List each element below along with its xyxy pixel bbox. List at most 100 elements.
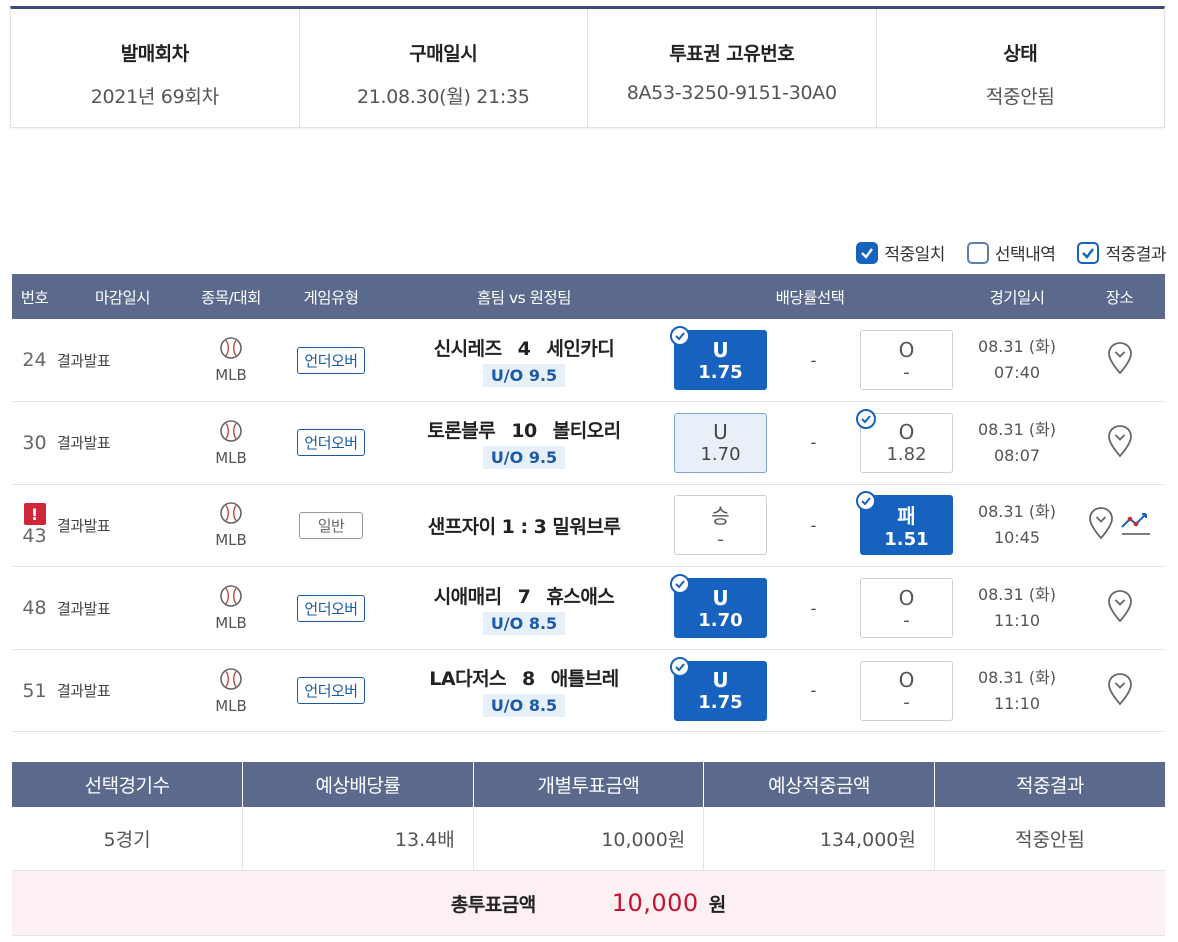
away-team: 휴스애스 <box>546 585 615 608</box>
match-cell: 샌프자이 1 : 3 밀워브루 <box>388 484 660 568</box>
summary-ticket-id: 투표권 고유번호 8A53-3250-9151-30A0 <box>588 9 877 127</box>
odds-value: 1.82 <box>886 444 927 466</box>
filter-label: 적중결과 <box>1105 245 1166 265</box>
check-icon <box>670 656 690 677</box>
result-value: 적중안됨 <box>1014 829 1085 851</box>
row-number: ! 43 <box>12 484 57 568</box>
game-type-cell: 일반 <box>274 484 388 568</box>
odds-option-left[interactable]: U 1.75 <box>670 326 767 391</box>
home-team: 시애매리 <box>433 585 502 608</box>
filter-hit-match[interactable]: 적중일치 <box>856 240 945 265</box>
game-time: 10:45 <box>993 528 1041 548</box>
summary-label: 상태 <box>1003 43 1038 65</box>
game-datetime: 08.31 (화) 11:10 <box>960 649 1074 733</box>
map-pin-icon[interactable] <box>1107 672 1133 710</box>
map-pin-icon[interactable] <box>1088 506 1114 544</box>
filter-hit-result[interactable]: 적중결과 <box>1077 240 1166 265</box>
check-icon[interactable] <box>1077 241 1100 264</box>
game-type-cell: 언더오버 <box>274 649 388 733</box>
odds-option-left[interactable]: 승- <box>674 495 767 556</box>
game-type-cell: 언더오버 <box>274 319 388 403</box>
checkbox-icon[interactable] <box>966 241 989 264</box>
game-datetime: 08.31 (화) 07:40 <box>960 319 1074 403</box>
league-name: MLB <box>215 448 247 467</box>
header-game-type: 게임유형 <box>274 274 388 319</box>
deadline: 결과발표 <box>57 649 188 733</box>
map-pin-icon[interactable] <box>1107 424 1133 462</box>
odds-cell: U 1.70 - O - <box>660 566 960 650</box>
total-bet-bar: 총투표금액 10,000 원 <box>12 870 1165 936</box>
odds-value: - <box>903 361 910 383</box>
location-cell <box>1074 649 1165 733</box>
map-pin-icon[interactable] <box>1107 589 1133 627</box>
odds-option-left[interactable]: U 1.75 <box>670 656 767 721</box>
odds-value: 1.70 <box>698 609 743 631</box>
row-number: 48 <box>12 566 57 650</box>
sport-cell: MLB <box>188 649 274 733</box>
filter-selection[interactable]: 선택내역 <box>966 240 1056 265</box>
baseball-icon <box>219 501 243 529</box>
header-odds: 배당률선택 <box>660 274 960 319</box>
deadline: 결과발표 <box>57 566 188 650</box>
game-time: 11:10 <box>993 693 1041 713</box>
game-datetime: 08.31 (화) 08:07 <box>960 401 1074 485</box>
odds-value: - <box>903 692 910 714</box>
location-cell <box>1074 319 1165 403</box>
games-table: 번호 마감일시 종목/대회 게임유형 홈팀 vs 원정팀 배당률선택 경기일시 … <box>12 274 1165 733</box>
odds-label: U <box>712 585 729 610</box>
game-type-badge: 언더오버 <box>297 677 365 705</box>
odds-label: U <box>712 337 729 362</box>
table-row: 48 결과발표 MLB 언더오버 시애매리 7 휴스애스 U/O 8.5 U 1.70- O -08.… <box>12 566 1165 650</box>
summary-label: 투표권 고유번호 <box>669 43 795 65</box>
odds-label: O <box>898 337 915 362</box>
match-cell: 시애매리 7 휴스애스 U/O 8.5 <box>388 566 660 650</box>
summary-label: 구매일시 <box>409 43 478 65</box>
trend-chart-icon[interactable] <box>1120 509 1152 541</box>
odds-value: - <box>717 529 724 551</box>
ticket-summary: 발매회차 2021년 69회차 구매일시 21.08.30(월) 21:35 투… <box>10 6 1165 128</box>
deadline: 결과발표 <box>57 484 188 568</box>
header-date: 경기일시 <box>960 274 1074 319</box>
home-team: 토론블루 <box>427 420 496 443</box>
odds-option-left[interactable]: U 1.70 <box>670 574 767 639</box>
check-icon[interactable] <box>856 241 879 264</box>
score: 7 <box>517 585 531 608</box>
league-name: MLB <box>215 614 247 633</box>
filter-label: 선택내역 <box>994 245 1056 265</box>
match-cell: 신시레즈 4 세인카디 U/O 9.5 <box>388 319 660 403</box>
odds-option-right[interactable]: 패 1.51 <box>856 491 953 556</box>
game-datetime: 08.31 (화) 10:45 <box>960 484 1074 568</box>
header-deadline: 마감일시 <box>57 274 188 319</box>
check-icon <box>670 574 690 595</box>
game-date: 08.31 (화) <box>977 667 1057 687</box>
odds-cell: 승 - - 패 1.51 <box>660 484 960 568</box>
score: 8 <box>522 668 535 691</box>
odds-option-right[interactable]: O- <box>860 578 953 639</box>
summary-value: 8A53-3250-9151-30A0 <box>626 82 837 104</box>
game-datetime: 08.31 (화) 11:10 <box>960 566 1074 650</box>
sport-cell: MLB <box>188 401 274 485</box>
map-pin-icon[interactable] <box>1107 341 1133 379</box>
bet-values-row: 5경기 13.4배 10,000원 134,000원 적중안됨 <box>12 807 1165 870</box>
summary-status: 상태 적중안됨 <box>877 9 1165 127</box>
exclamation-icon: ! <box>23 503 46 526</box>
home-team: 신시레즈 <box>433 337 502 360</box>
odds-option-right[interactable]: O- <box>860 330 953 391</box>
header-match: 홈팀 vs 원정팀 <box>388 274 660 319</box>
game-time: 11:10 <box>993 611 1041 631</box>
match-cell: 토론블루 10 볼티오리 U/O 9.5 <box>388 401 660 485</box>
header-no: 번호 <box>12 274 57 319</box>
league-name: MLB <box>215 531 247 550</box>
home-team: LA다저스 <box>429 668 507 691</box>
odds-option-right[interactable]: O 1.82 <box>856 408 953 473</box>
game-type-badge: 일반 <box>298 511 364 539</box>
row-number: 51 <box>12 649 57 733</box>
odds-option-left[interactable]: U 1.70 <box>674 412 767 473</box>
odds-option-right[interactable]: O- <box>860 660 953 721</box>
header-result: 적중결과 <box>934 762 1165 807</box>
odds-label: U <box>713 420 728 445</box>
game-type-badge: 언더오버 <box>297 594 365 622</box>
odds-value: - <box>903 609 910 631</box>
match-cell: LA다저스 8 애틀브레 U/O 8.5 <box>388 649 660 733</box>
game-type-badge: 언더오버 <box>297 346 365 374</box>
